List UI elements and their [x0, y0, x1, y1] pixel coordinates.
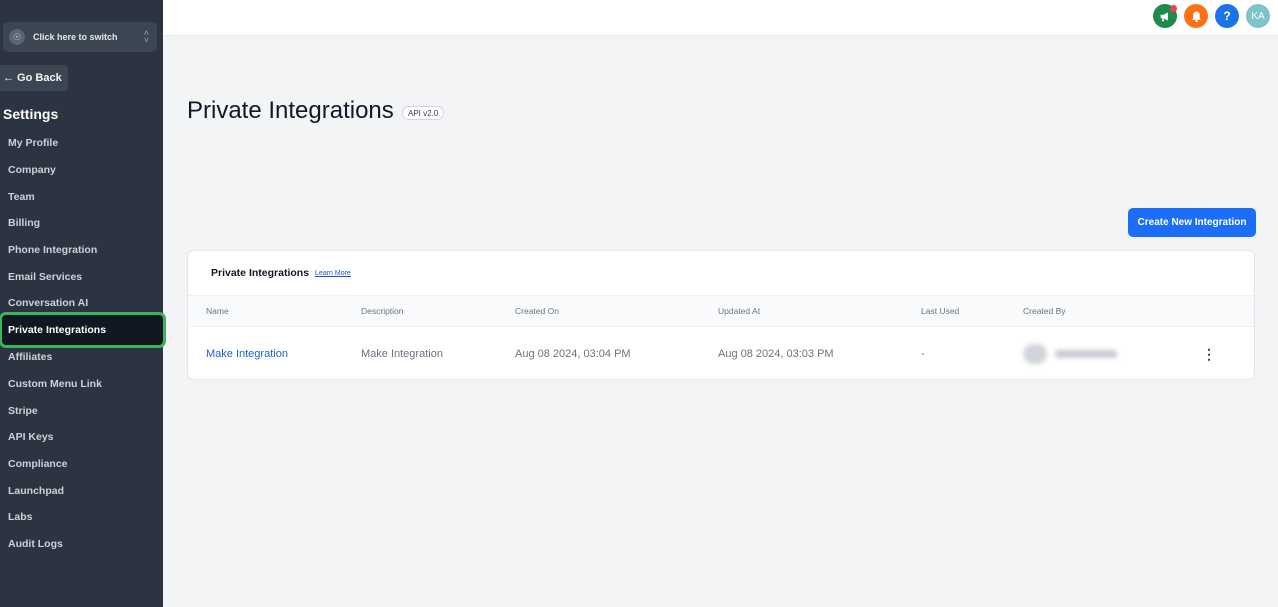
integration-name-link[interactable]: Make Integration	[206, 327, 288, 379]
sidebar-item-audit-logs[interactable]: Audit Logs	[0, 531, 163, 558]
sidebar-item-phone-integration[interactable]: Phone Integration	[0, 237, 163, 264]
settings-nav: My Profile Company Team Billing Phone In…	[0, 130, 166, 558]
column-header-description[interactable]: Description	[361, 296, 404, 326]
sidebar-item-email-services[interactable]: Email Services	[0, 263, 163, 290]
top-icons: ? KA	[1153, 4, 1270, 28]
notification-dot	[1170, 5, 1177, 12]
sidebar: ☉ Click here to switch ˄ ˅ ← Go Back Sett…	[0, 0, 166, 607]
created-by-redacted	[1023, 344, 1117, 364]
column-header-last-used[interactable]: Last Used	[921, 296, 959, 326]
redacted-name	[1055, 350, 1117, 358]
column-header-updated-at[interactable]: Updated At	[718, 296, 760, 326]
sidebar-item-api-keys[interactable]: API Keys	[0, 424, 163, 451]
sidebar-item-private-integrations[interactable]: Private Integrations	[0, 311, 166, 348]
location-icon: ☉	[9, 29, 25, 45]
chevron-updown-icon: ˄ ˅	[143, 28, 149, 45]
sidebar-item-labs[interactable]: Labs	[0, 504, 163, 531]
column-header-name[interactable]: Name	[206, 296, 229, 326]
column-header-created-on[interactable]: Created On	[515, 296, 559, 326]
integration-created-by	[1023, 327, 1117, 379]
create-new-integration-button[interactable]: Create New Integration	[1128, 208, 1256, 237]
settings-title: Settings	[3, 106, 59, 122]
more-options-icon[interactable]: ⋮	[1202, 327, 1216, 379]
account-switcher[interactable]: ☉ Click here to switch ˄ ˅	[3, 22, 157, 52]
avatar[interactable]: KA	[1246, 4, 1270, 28]
bell-icon[interactable]	[1184, 4, 1208, 28]
api-version-badge: API v2.0	[402, 106, 445, 120]
integrations-card: Private Integrations Learn More Name Des…	[187, 250, 1255, 380]
go-back-label: ← Go Back	[3, 72, 62, 84]
go-back-button[interactable]: ← Go Back	[0, 65, 68, 91]
integration-created-on: Aug 08 2024, 03:04 PM	[515, 348, 631, 360]
help-icon[interactable]: ?	[1215, 4, 1239, 28]
sidebar-item-team[interactable]: Team	[0, 183, 163, 210]
top-bar: ? KA	[163, 0, 1278, 36]
megaphone-icon[interactable]	[1153, 4, 1177, 28]
avatar	[1023, 344, 1047, 364]
integration-description: Make Integration	[361, 348, 443, 360]
table-header: Name Description Created On Updated At L…	[188, 295, 1254, 327]
sidebar-item-affiliates[interactable]: Affiliates	[0, 344, 163, 371]
switcher-label: Click here to switch	[33, 32, 118, 42]
table-row: Make Integration Make Integration Aug 08…	[188, 327, 1254, 379]
page-title: Private Integrations	[187, 97, 394, 124]
sidebar-item-compliance[interactable]: Compliance	[0, 451, 163, 478]
card-title: Private Integrations	[211, 267, 310, 279]
sidebar-item-my-profile[interactable]: My Profile	[0, 130, 163, 157]
card-header: Private Integrations Learn More	[188, 251, 1254, 295]
sidebar-item-company[interactable]: Company	[0, 157, 163, 184]
sidebar-item-billing[interactable]: Billing	[0, 210, 163, 237]
sidebar-item-custom-menu-link[interactable]: Custom Menu Link	[0, 371, 163, 398]
sidebar-item-launchpad[interactable]: Launchpad	[0, 477, 163, 504]
column-header-created-by[interactable]: Created By	[1023, 296, 1066, 326]
sidebar-item-stripe[interactable]: Stripe	[0, 397, 163, 424]
learn-more-link[interactable]: Learn More	[315, 270, 351, 277]
integration-updated-at: Aug 08 2024, 03:03 PM	[718, 348, 834, 360]
integration-last-used: -	[921, 348, 925, 360]
